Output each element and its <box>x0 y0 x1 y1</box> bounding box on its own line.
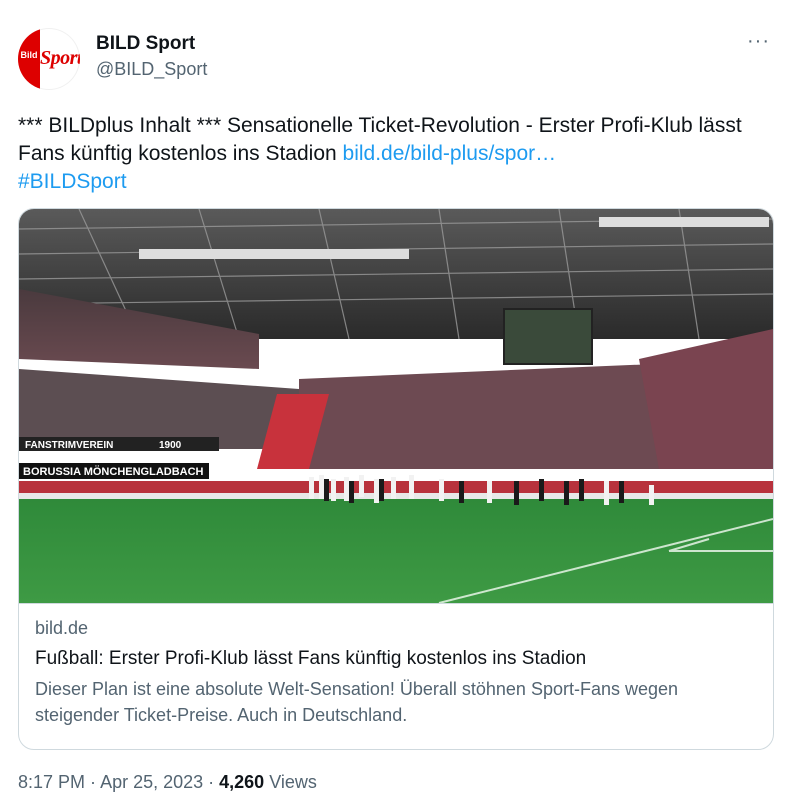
hashtag-link[interactable]: #BILDSport <box>18 170 127 193</box>
tweet-time[interactable]: 8:17 PM <box>18 772 85 792</box>
tweet-date[interactable]: Apr 25, 2023 <box>100 772 203 792</box>
tweet-meta: 8:17 PM · Apr 25, 2023 · 4,260 Views <box>18 772 317 793</box>
views-count: 4,260 <box>219 772 265 792</box>
author-name[interactable]: BILD Sport <box>96 33 195 55</box>
views-label: Views <box>269 772 317 792</box>
banner-text-1: BORUSSIA MÖNCHENGLADBACH <box>23 465 204 478</box>
card-domain: bild.de <box>35 618 89 638</box>
avatar-logo-sport: Sport <box>40 47 80 69</box>
card-image[interactable]: FANSTRIMVEREIN 1900 BORUSSIA MÖNCHENGLAD… <box>19 209 773 604</box>
tweet-header: Bild Sport BILD Sport @BILD_Sport ··· <box>18 28 778 90</box>
banner-text-3: 1900 <box>159 440 182 451</box>
avatar-logo-bild: Bild <box>20 50 38 60</box>
link-card[interactable]: FANSTRIMVEREIN 1900 BORUSSIA MÖNCHENGLAD… <box>18 208 774 750</box>
meta-separator-2: · <box>203 772 220 792</box>
meta-separator: · <box>85 772 101 792</box>
tweet-text: *** BILDplus Inhalt *** Sensationelle Ti… <box>18 112 778 196</box>
card-meta[interactable]: bild.de Fußball: Erster Profi-Klub lässt… <box>19 603 773 749</box>
avatar[interactable]: Bild Sport <box>18 28 80 90</box>
card-description: Dieser Plan ist eine absolute Welt-Sensa… <box>35 679 679 725</box>
card-title: Fußball: Erster Profi-Klub lässt Fans kü… <box>35 648 587 669</box>
more-options-icon[interactable]: ··· <box>747 30 770 53</box>
author-handle[interactable]: @BILD_Sport <box>96 59 207 80</box>
banner-text-2: FANSTRIMVEREIN <box>25 440 113 451</box>
tweet-link[interactable]: bild.de/bild-plus/spor… <box>343 142 557 165</box>
